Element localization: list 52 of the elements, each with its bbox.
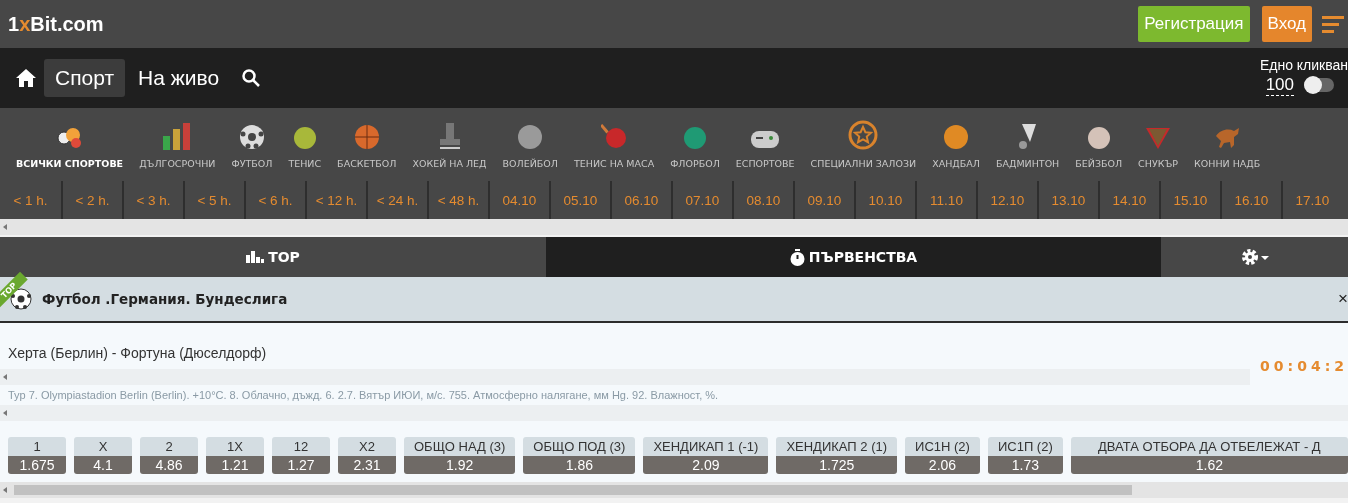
match-info: Тур 7. Olympiastadion Berlin (Berlin). +10°C. 8. Облачно, дъжд. 6. 2.7. Вятър ИЮИ, м/с. 755. Атмосферно налягане, мм Hg. 92. Влажност, %. [7, 388, 720, 403]
section-tab[interactable]: ПЪРВЕНСТВА [546, 237, 1161, 277]
sport-item[interactable]: ВСИЧКИ СПОРТОВЕ [8, 108, 132, 181]
sport-item[interactable]: ВОЛЕЙБОЛ [494, 108, 566, 181]
settings-icon [1240, 248, 1269, 266]
baseball-icon [1086, 126, 1111, 150]
close-button[interactable]: × [1338, 289, 1348, 309]
sport-item[interactable]: БАСКЕТБОЛ [329, 108, 405, 181]
gamepad-icon [750, 128, 781, 150]
menu-icon[interactable] [1322, 15, 1344, 33]
snooker-icon [1145, 126, 1172, 150]
home-icon[interactable] [16, 68, 36, 88]
nav-tab[interactable]: На живо [127, 59, 231, 97]
scrollbar[interactable] [0, 219, 1348, 235]
soccer-ball-icon [238, 124, 265, 150]
bet-amount[interactable]: 100 [1265, 74, 1294, 96]
sport-item[interactable]: ФЛОРБОЛ [662, 108, 728, 181]
handball-icon [943, 124, 970, 150]
sport-item[interactable]: КОННИ НАДБ [1186, 108, 1269, 181]
basketball-icon [353, 124, 380, 150]
search-icon[interactable] [242, 69, 261, 87]
sport-item[interactable]: БАДМИНТОН [987, 108, 1068, 181]
one-click-label: Едно кликван [1259, 56, 1348, 73]
match-timer: 00:04:2 [1260, 358, 1348, 374]
section-tab[interactable]: TOP [0, 237, 546, 277]
nav-tab[interactable]: Спорт [44, 59, 126, 97]
sport-item[interactable]: СПЕЦИАЛНИ ЗАЛОЗИ [802, 108, 925, 181]
sport-item[interactable]: ФУТБОЛ [223, 108, 281, 181]
sport-item[interactable]: ДЪЛГОСРОЧНИ [131, 108, 224, 181]
sport-item[interactable]: ХАНДБАЛ [924, 108, 988, 181]
skate-icon [437, 122, 462, 150]
ball-icon [682, 126, 707, 150]
sport-item[interactable]: ТЕНИС НА МАСА [565, 108, 663, 181]
balls-icon [55, 126, 84, 150]
tennis-ball-icon [292, 126, 317, 150]
settings-button[interactable] [1161, 237, 1348, 277]
bar-chart-icon [246, 251, 265, 263]
sport-item[interactable]: ХОКЕЙ НА ЛЕД [404, 108, 495, 181]
stopwatch-icon [789, 248, 805, 266]
sport-item[interactable]: ЕСПОРТОВЕ [727, 108, 803, 181]
sport-item[interactable]: СНУКЪР [1130, 108, 1187, 181]
sport-item[interactable]: ТЕНИС [280, 108, 330, 181]
one-click-toggle[interactable] [1304, 78, 1334, 92]
scrollbar[interactable] [0, 482, 1348, 498]
site-logo[interactable]: 1xBit.com [8, 12, 104, 36]
scrollbar[interactable] [0, 369, 1250, 385]
ball-icon [517, 124, 544, 150]
match-teams[interactable]: Херта (Берлин) - Фортуна (Дюселдорф) [8, 345, 267, 361]
league-title[interactable]: Футбол .Германия. Бундеслига [42, 291, 288, 307]
scrollbar[interactable] [0, 405, 1348, 421]
paddle-icon [601, 122, 628, 150]
sport-item[interactable]: БЕЙЗБОЛ [1067, 108, 1131, 181]
